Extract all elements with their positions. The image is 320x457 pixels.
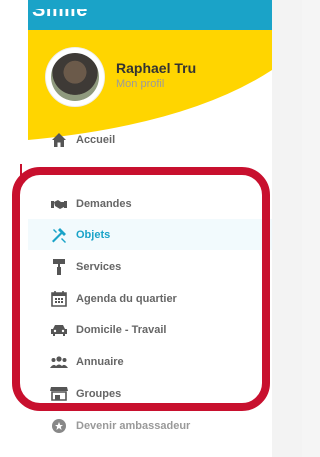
main-content-area bbox=[272, 0, 302, 457]
avatar-photo bbox=[51, 53, 99, 101]
badge-icon bbox=[50, 417, 68, 435]
app-logo[interactable]: Smile bbox=[32, 9, 88, 22]
avatar[interactable] bbox=[46, 48, 104, 106]
sidebar-item-ambassadeur[interactable]: Devenir ambassadeur bbox=[28, 410, 272, 441]
logo-clip: Smile bbox=[28, 9, 128, 30]
home-icon bbox=[50, 131, 68, 149]
profile-name[interactable]: Raphael Tru bbox=[116, 60, 196, 76]
logo-bar: Smile bbox=[28, 0, 272, 30]
sidebar-item-label: Accueil bbox=[76, 133, 116, 146]
sidebar-item-accueil[interactable]: Accueil bbox=[28, 124, 272, 155]
highlight-annotation bbox=[12, 167, 270, 411]
sidebar-item-label: Devenir ambassadeur bbox=[76, 419, 191, 432]
profile-link[interactable]: Mon profil bbox=[116, 78, 164, 90]
